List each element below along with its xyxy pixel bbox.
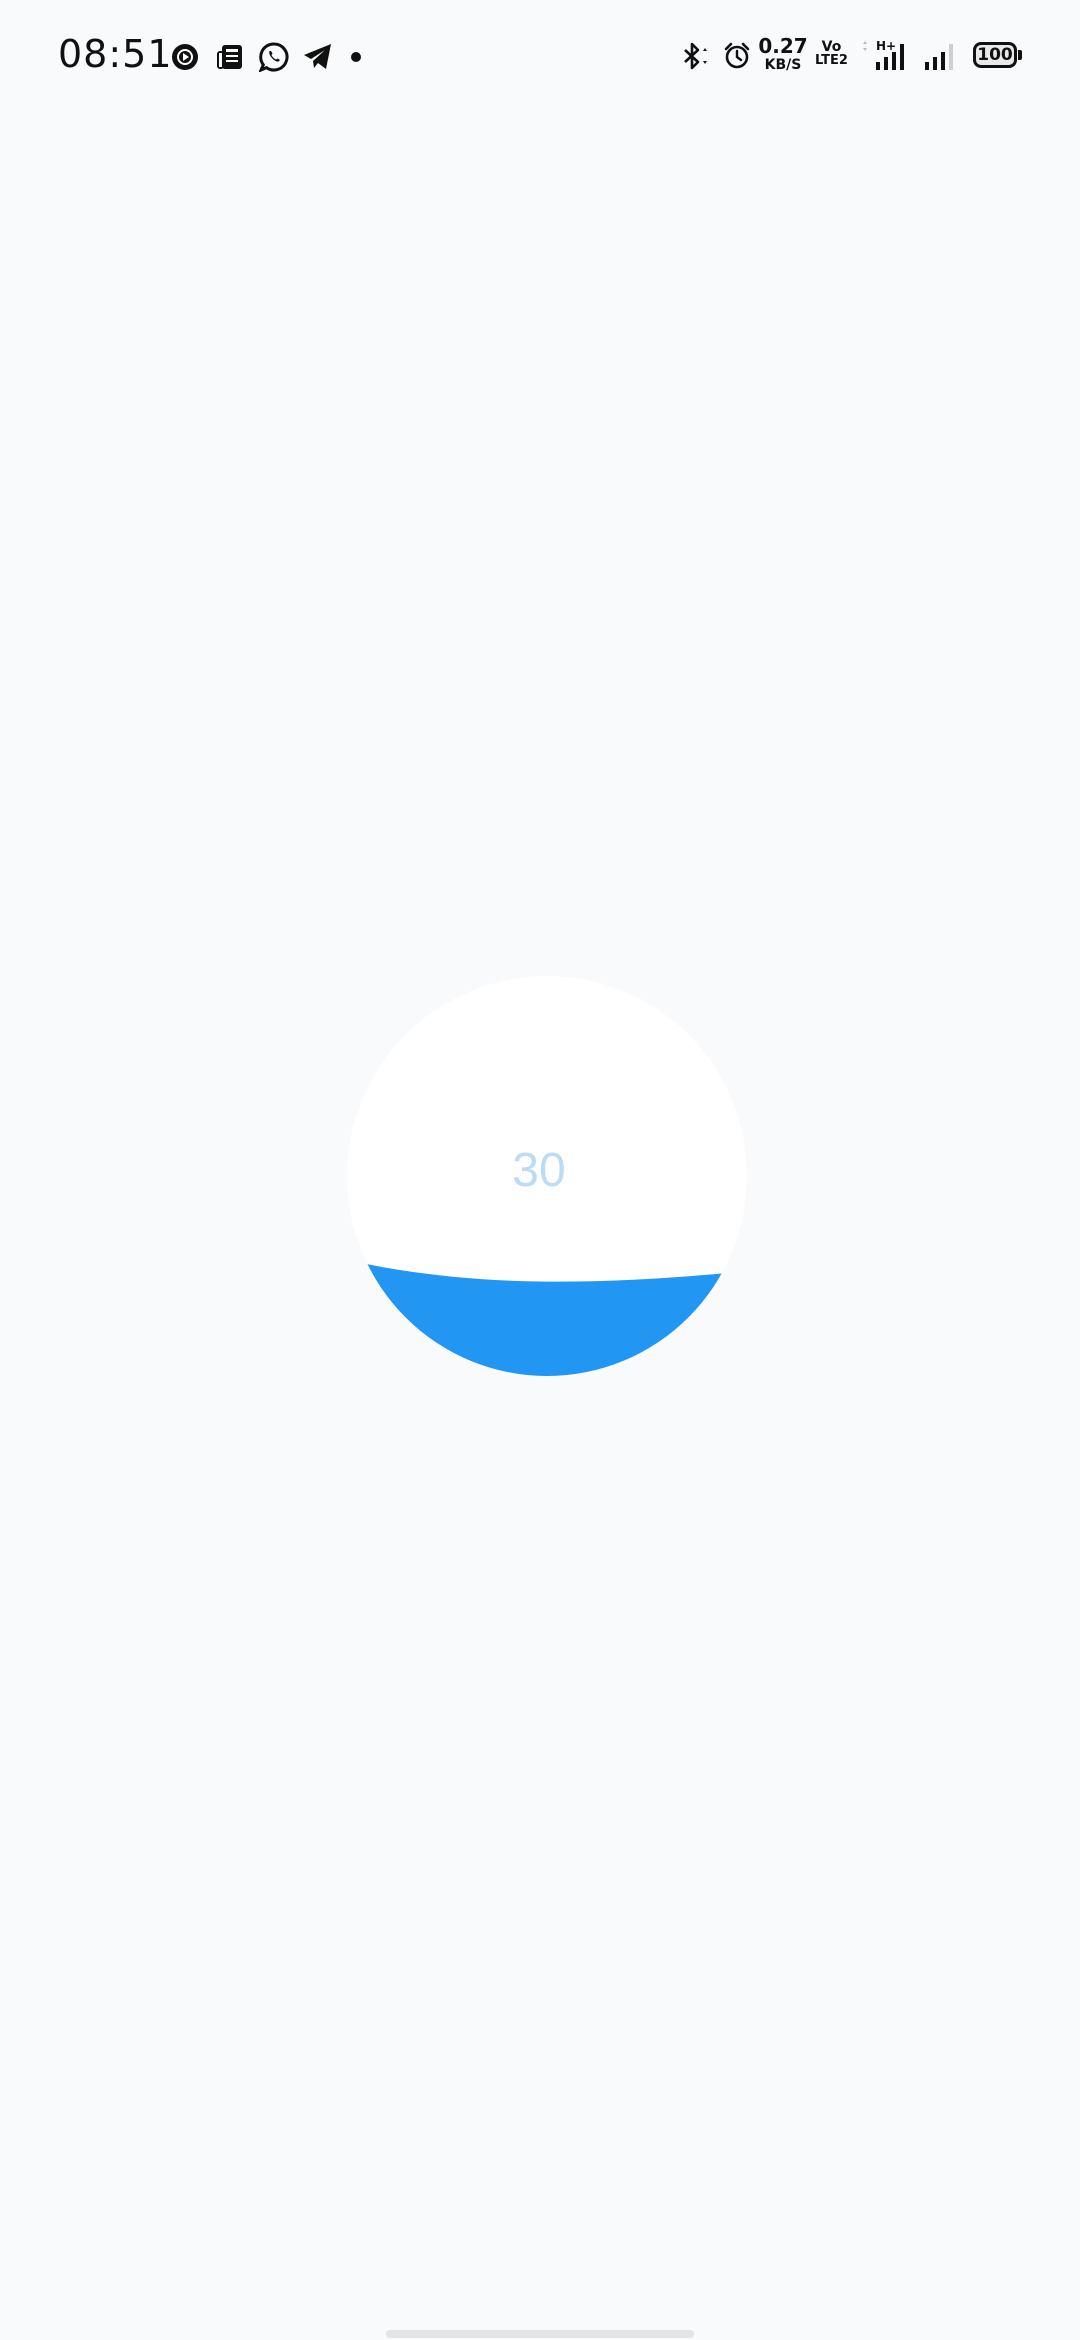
progress-value-label: 30 — [512, 1143, 566, 1197]
home-indicator[interactable] — [386, 2330, 694, 2338]
network-speed: 0.27 KB/S — [758, 36, 808, 72]
signal-icon — [925, 44, 953, 70]
battery-icon: 100 — [973, 42, 1017, 68]
volte-top-label: Vo — [821, 39, 842, 55]
signal-h-plus-icon: H+ — [863, 40, 904, 70]
news-icon — [217, 45, 242, 69]
alarm-icon — [724, 42, 750, 69]
bluetooth-icon — [684, 42, 707, 70]
status-time: 08:51 — [58, 32, 173, 76]
battery-tip — [1018, 50, 1022, 60]
volte-bottom-label: LTE2 — [815, 53, 848, 68]
telegram-icon — [304, 44, 331, 69]
music-player-icon — [172, 44, 198, 70]
whatsapp-icon — [259, 42, 289, 72]
signal-tech-label: H+ — [876, 40, 896, 53]
notification-dot-icon — [351, 52, 361, 62]
network-speed-value: 0.27 — [758, 34, 808, 58]
volte-icon: Vo LTE2 — [815, 40, 848, 67]
network-speed-unit: KB/S — [764, 57, 802, 73]
status-bar: 08:51 0.27 KB/S Vo LTE2 H+ 100 — [0, 0, 1080, 110]
circular-progress-indicator: 30 — [347, 976, 747, 1376]
